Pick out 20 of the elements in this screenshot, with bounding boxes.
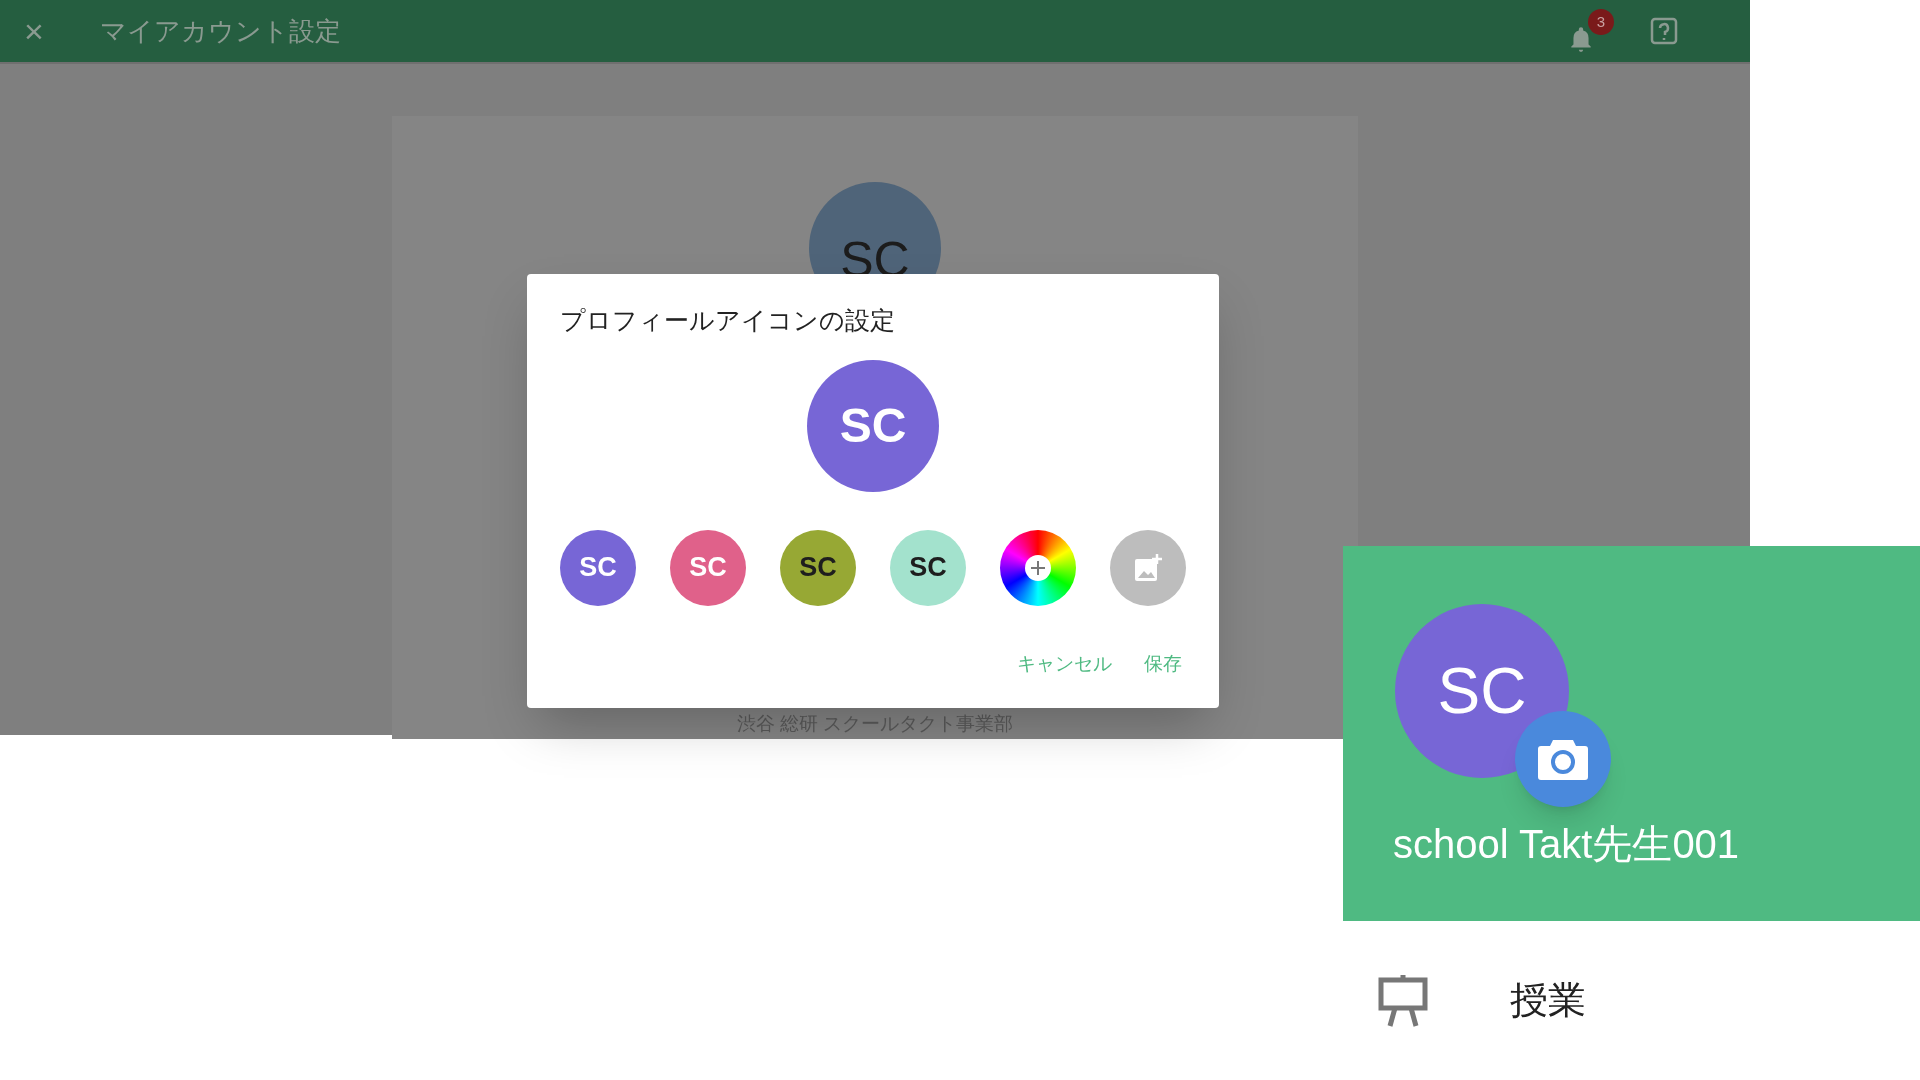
menu-label: 授業 bbox=[1510, 978, 1586, 1023]
user-avatar: SC bbox=[1395, 604, 1569, 778]
avatar-preview: SC bbox=[807, 359, 939, 492]
cancel-button[interactable]: キャンセル bbox=[1017, 649, 1112, 678]
plus-icon bbox=[1025, 554, 1051, 581]
add-image-icon bbox=[1133, 552, 1163, 583]
avatar-option[interactable]: SC bbox=[780, 529, 856, 606]
save-button[interactable]: 保存 bbox=[1144, 649, 1182, 678]
notification-badge: 3 bbox=[1588, 9, 1614, 35]
avatar-option[interactable]: SC bbox=[560, 529, 636, 606]
help-icon[interactable] bbox=[1650, 17, 1678, 45]
bell-icon bbox=[1568, 25, 1594, 53]
page-title: マイアカウント設定 bbox=[99, 14, 341, 48]
notification-button[interactable]: 3 bbox=[1564, 9, 1614, 57]
menu-item[interactable]: 授業 bbox=[1343, 921, 1920, 1080]
user-name: school Takt先生001 bbox=[1393, 821, 1740, 868]
easel-icon bbox=[1378, 974, 1428, 1027]
close-button[interactable]: × bbox=[24, 14, 44, 48]
avatar-option[interactable]: SC bbox=[670, 529, 746, 606]
avatar-option[interactable]: SC bbox=[890, 529, 966, 606]
